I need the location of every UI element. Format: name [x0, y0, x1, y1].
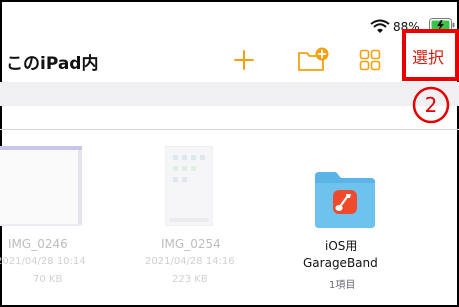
wifi-icon — [370, 19, 390, 33]
section-divider — [0, 129, 459, 130]
folder-item-count: 1項目 — [329, 280, 356, 291]
step-marker-label: 2 — [424, 93, 438, 117]
view-toggle-button[interactable] — [356, 38, 384, 82]
folder-icon — [315, 172, 375, 228]
page-title: このiPad内 — [6, 54, 99, 74]
folder-name-line2: GarageBand — [303, 256, 378, 270]
folder-name-line1: iOS用 — [325, 239, 358, 253]
file-name: IMG_0254 — [161, 237, 221, 251]
file-size: 223 KB — [172, 274, 208, 285]
navigation-bar: このiPad内 — [0, 38, 459, 82]
status-bar: 88% — [0, 14, 459, 36]
add-button[interactable] — [230, 38, 258, 82]
search-area — [0, 82, 459, 106]
folder-badge-plus-icon — [298, 47, 329, 71]
plus-icon — [234, 50, 254, 70]
new-folder-button[interactable] — [295, 38, 331, 82]
grid-view-icon — [359, 49, 381, 71]
image-thumbnail — [165, 146, 213, 226]
file-size: 70 KB — [33, 274, 63, 285]
file-name: IMG_0246 — [8, 237, 68, 251]
image-thumbnail — [0, 146, 82, 226]
file-date: 2021/04/28 14:16 — [145, 256, 235, 267]
file-date: 2021/04/28 10:14 — [0, 256, 86, 267]
select-button[interactable]: 選択 — [412, 44, 444, 68]
